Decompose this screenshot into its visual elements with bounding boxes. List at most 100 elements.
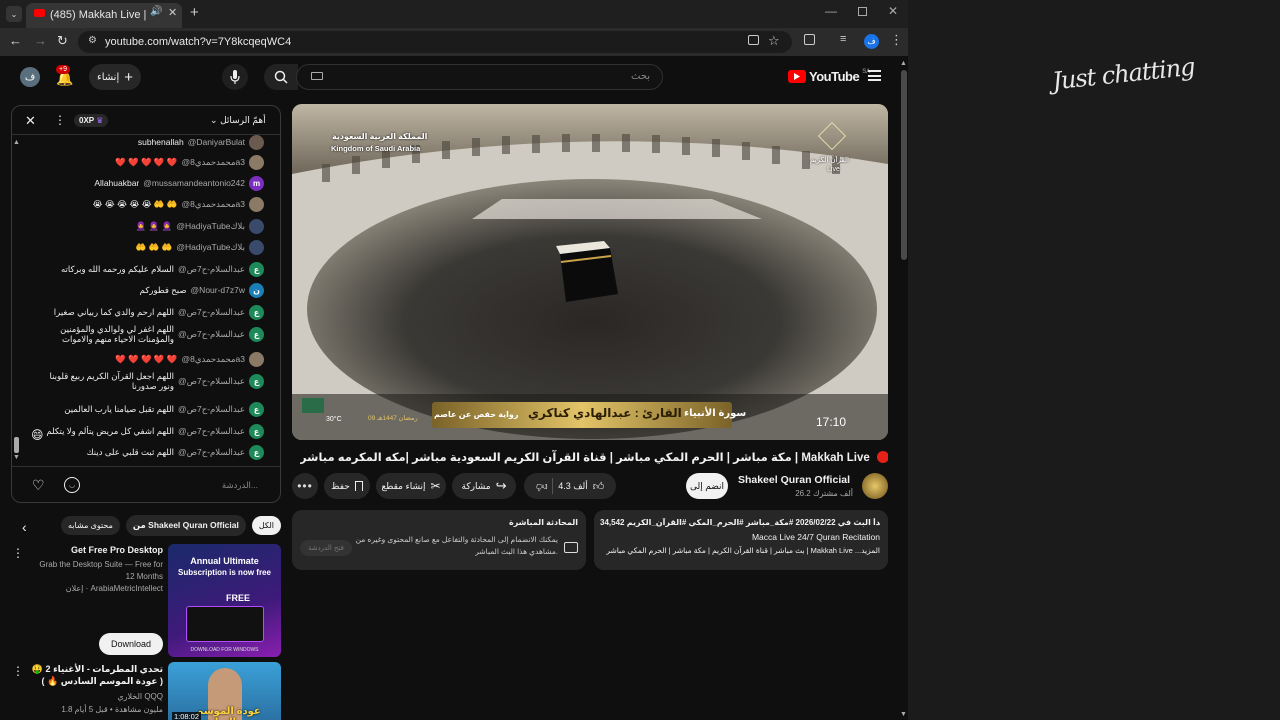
chat-more-icon[interactable]: ⋮ xyxy=(54,113,66,127)
chat-message[interactable]: اللهم ارحم والدي كما ربياني صغيرا @عبدالس… xyxy=(54,302,264,322)
reco-thumbnail[interactable]: عودة الموسم السادس 1:08:02 xyxy=(168,662,281,720)
channel-avatar[interactable] xyxy=(862,473,888,499)
chat-message[interactable]: 🧕 🧕 🧕 @HadiyaTubeبلاك xyxy=(136,216,264,236)
back-icon[interactable]: ← xyxy=(9,33,22,48)
chat-author[interactable]: @Nour-d7z7w xyxy=(191,285,245,295)
dislike-icon[interactable]: 👍︎ xyxy=(536,480,548,493)
page-scroll-down-icon[interactable]: ▼ xyxy=(900,711,907,718)
chat-avatar[interactable] xyxy=(249,134,264,150)
notifications-button[interactable]: 🔔 +9 xyxy=(53,65,75,89)
search-input[interactable]: بحث xyxy=(296,64,663,90)
chat-message[interactable]: اللهم اجعل القرآن الكريم ربيع قلوبنا ونو… xyxy=(44,371,264,391)
chat-message[interactable]: 🤲 🤲 🤲 @HadiyaTubeبلاك xyxy=(136,237,264,257)
reco-more-icon[interactable]: ⋮ xyxy=(12,664,24,678)
extensions-icon[interactable] xyxy=(804,34,815,45)
chat-author[interactable]: @عبدالسلام-ح7ص xyxy=(178,447,245,458)
ad-download-button[interactable]: Download xyxy=(99,633,163,655)
ad-thumbnail[interactable]: Annual Ultimate Subscription is now free… xyxy=(168,544,281,657)
voice-search-button[interactable] xyxy=(222,64,248,90)
like-icon[interactable]: 👍︎ xyxy=(593,480,605,493)
chip-all[interactable]: الكل xyxy=(251,516,281,535)
description-box[interactable]: 34,542 مشاهدًا حاليًا بدأ البث في 2026/0… xyxy=(594,510,888,570)
chat-message[interactable]: اللهم تقبل صيامنا يارب العالمين @عبدالسلا… xyxy=(64,399,264,419)
ad-more-icon[interactable]: ⋮ xyxy=(12,546,24,560)
share-button[interactable]: مشاركة ↪ xyxy=(452,473,516,499)
bookmark-star-icon[interactable]: ☆ xyxy=(768,33,780,49)
chat-avatar[interactable]: ع xyxy=(249,304,264,320)
keyboard-icon[interactable] xyxy=(311,72,323,80)
guide-menu-icon[interactable] xyxy=(868,70,881,81)
youtube-logo[interactable]: YouTube SA xyxy=(788,69,870,84)
page-scrollbar-thumb[interactable] xyxy=(901,70,907,260)
chat-avatar[interactable] xyxy=(249,351,264,367)
channel-name[interactable]: Shakeel Quran Official xyxy=(722,474,850,486)
chat-input[interactable]: الدردشة... xyxy=(172,480,258,491)
chat-author[interactable]: @عبدالسلام-ح7ص xyxy=(178,404,245,415)
chat-message[interactable]: subhenallah @DaniyarBulat xyxy=(138,132,264,152)
emoji-icon[interactable]: ◡ xyxy=(64,477,80,493)
chat-avatar[interactable]: ع xyxy=(249,326,264,342)
chat-avatar[interactable]: ع xyxy=(249,444,264,460)
chat-author[interactable]: @محمدحمدي8a3 xyxy=(181,199,245,210)
site-info-icon[interactable]: ⚙ xyxy=(88,35,97,46)
chip-similar[interactable]: محتوى مشابه xyxy=(61,516,120,535)
more-actions-button[interactable]: ••• xyxy=(292,473,318,499)
reco-title[interactable]: تحدي المطرمات - الأغنياء 2 🤑 ( عودة المو… xyxy=(30,663,163,687)
chat-avatar[interactable]: ن xyxy=(249,282,264,298)
scroll-down-icon[interactable]: ▼ xyxy=(13,454,20,461)
new-tab-button[interactable]: + xyxy=(190,4,199,21)
open-chat-button[interactable]: فتح الدردشة xyxy=(300,540,352,556)
audio-icon[interactable]: 🔊 xyxy=(150,6,162,17)
chat-message[interactable]: السلام عليكم ورحمه الله وبركاته @عبدالسلا… xyxy=(61,259,264,279)
scroll-up-icon[interactable]: ▲ xyxy=(13,139,20,146)
chat-author[interactable]: @عبدالسلام-ح7ص xyxy=(178,376,245,387)
chat-avatar[interactable]: ع xyxy=(249,261,264,277)
chat-scrollbar-thumb[interactable] xyxy=(14,437,19,453)
page-scroll-up-icon[interactable]: ▲ xyxy=(900,60,907,67)
minimize-button[interactable]: — xyxy=(825,4,837,18)
chat-avatar[interactable] xyxy=(249,154,264,170)
chat-author[interactable]: @عبدالسلام-ح7ص xyxy=(178,307,245,318)
points-badge[interactable]: 0XP ♛ xyxy=(74,114,109,127)
chip-from-channel[interactable]: من Shakeel Quran Official xyxy=(125,515,246,536)
browser-menu-icon[interactable]: ⋮ xyxy=(890,32,903,48)
maximize-button[interactable] xyxy=(858,7,867,16)
media-control-icon[interactable]: ≡ xyxy=(840,33,846,45)
search-button[interactable] xyxy=(264,64,298,90)
chat-mode-dropdown[interactable]: ⌄ أهمّ الرسائل xyxy=(210,115,266,126)
profile-avatar[interactable]: ف xyxy=(864,34,879,49)
ad-title[interactable]: Get Free Pro Desktop xyxy=(30,545,163,555)
chat-avatar[interactable]: ع xyxy=(249,373,264,389)
install-icon[interactable] xyxy=(748,35,759,45)
like-count[interactable]: 4.3 ألف xyxy=(558,481,588,492)
chat-message[interactable]: 😭 😭 😭 😭 😭 🤲 🤲 @محمدحمدي8a3 xyxy=(92,194,264,214)
chat-author[interactable]: @DaniyarBulat xyxy=(188,137,245,147)
chat-avatar[interactable] xyxy=(249,239,264,255)
close-window-button[interactable]: ✕ xyxy=(888,4,898,18)
chat-avatar[interactable] xyxy=(249,218,264,234)
chat-author[interactable]: @HadiyaTubeبلاك xyxy=(176,242,245,253)
reload-icon[interactable]: ↻ xyxy=(57,33,68,49)
chat-message[interactable]: صبح فطوركم @Nour-d7z7w ن xyxy=(140,280,264,300)
browser-tab[interactable]: (485) Makkah Live | مكة 🔊 ✕ xyxy=(26,3,182,28)
chat-message[interactable]: اللهم ثبت قلبي على دينك @عبدالسلام-ح7ص ع xyxy=(87,442,264,462)
chat-author[interactable]: @محمدحمدي8a3 xyxy=(181,354,245,365)
chat-avatar[interactable]: m xyxy=(249,175,264,191)
chat-author[interactable]: @mussamandeantonio242 xyxy=(143,178,245,188)
clip-button[interactable]: إنشاء مقطع ✂ xyxy=(376,473,446,499)
chat-message[interactable]: اللهم اغفر لي ولوالدي والمؤمنين والمؤمنا… xyxy=(44,324,264,344)
chat-message[interactable]: ❤️ ❤️ ❤️ ❤️ ❤️ @محمدحمدي8a3 xyxy=(115,152,264,172)
create-button[interactable]: إنشاء + xyxy=(89,64,141,90)
chat-message[interactable]: Allahuakbar @mussamandeantonio242 m xyxy=(94,173,264,193)
account-avatar[interactable]: ف xyxy=(20,67,40,87)
chat-author[interactable]: @HadiyaTubeبلاك xyxy=(176,221,245,232)
chips-prev-icon[interactable]: ‹ xyxy=(22,519,27,535)
chat-author[interactable]: @محمدحمدي8a3 xyxy=(181,157,245,168)
url-bar[interactable]: ⚙ youtube.com/watch?v=7Y8kcqeqWC4 ☆ xyxy=(78,31,792,53)
chat-author[interactable]: @عبدالسلام-ح7ص xyxy=(178,329,245,340)
chat-author[interactable]: @عبدالسلام-ح7ص xyxy=(178,264,245,275)
chat-avatar[interactable] xyxy=(249,196,264,212)
heart-icon[interactable]: ♡ xyxy=(32,477,45,494)
save-button[interactable]: حفظ xyxy=(324,473,370,499)
chat-author[interactable]: @عبدالسلام-ح7ص xyxy=(178,426,245,437)
